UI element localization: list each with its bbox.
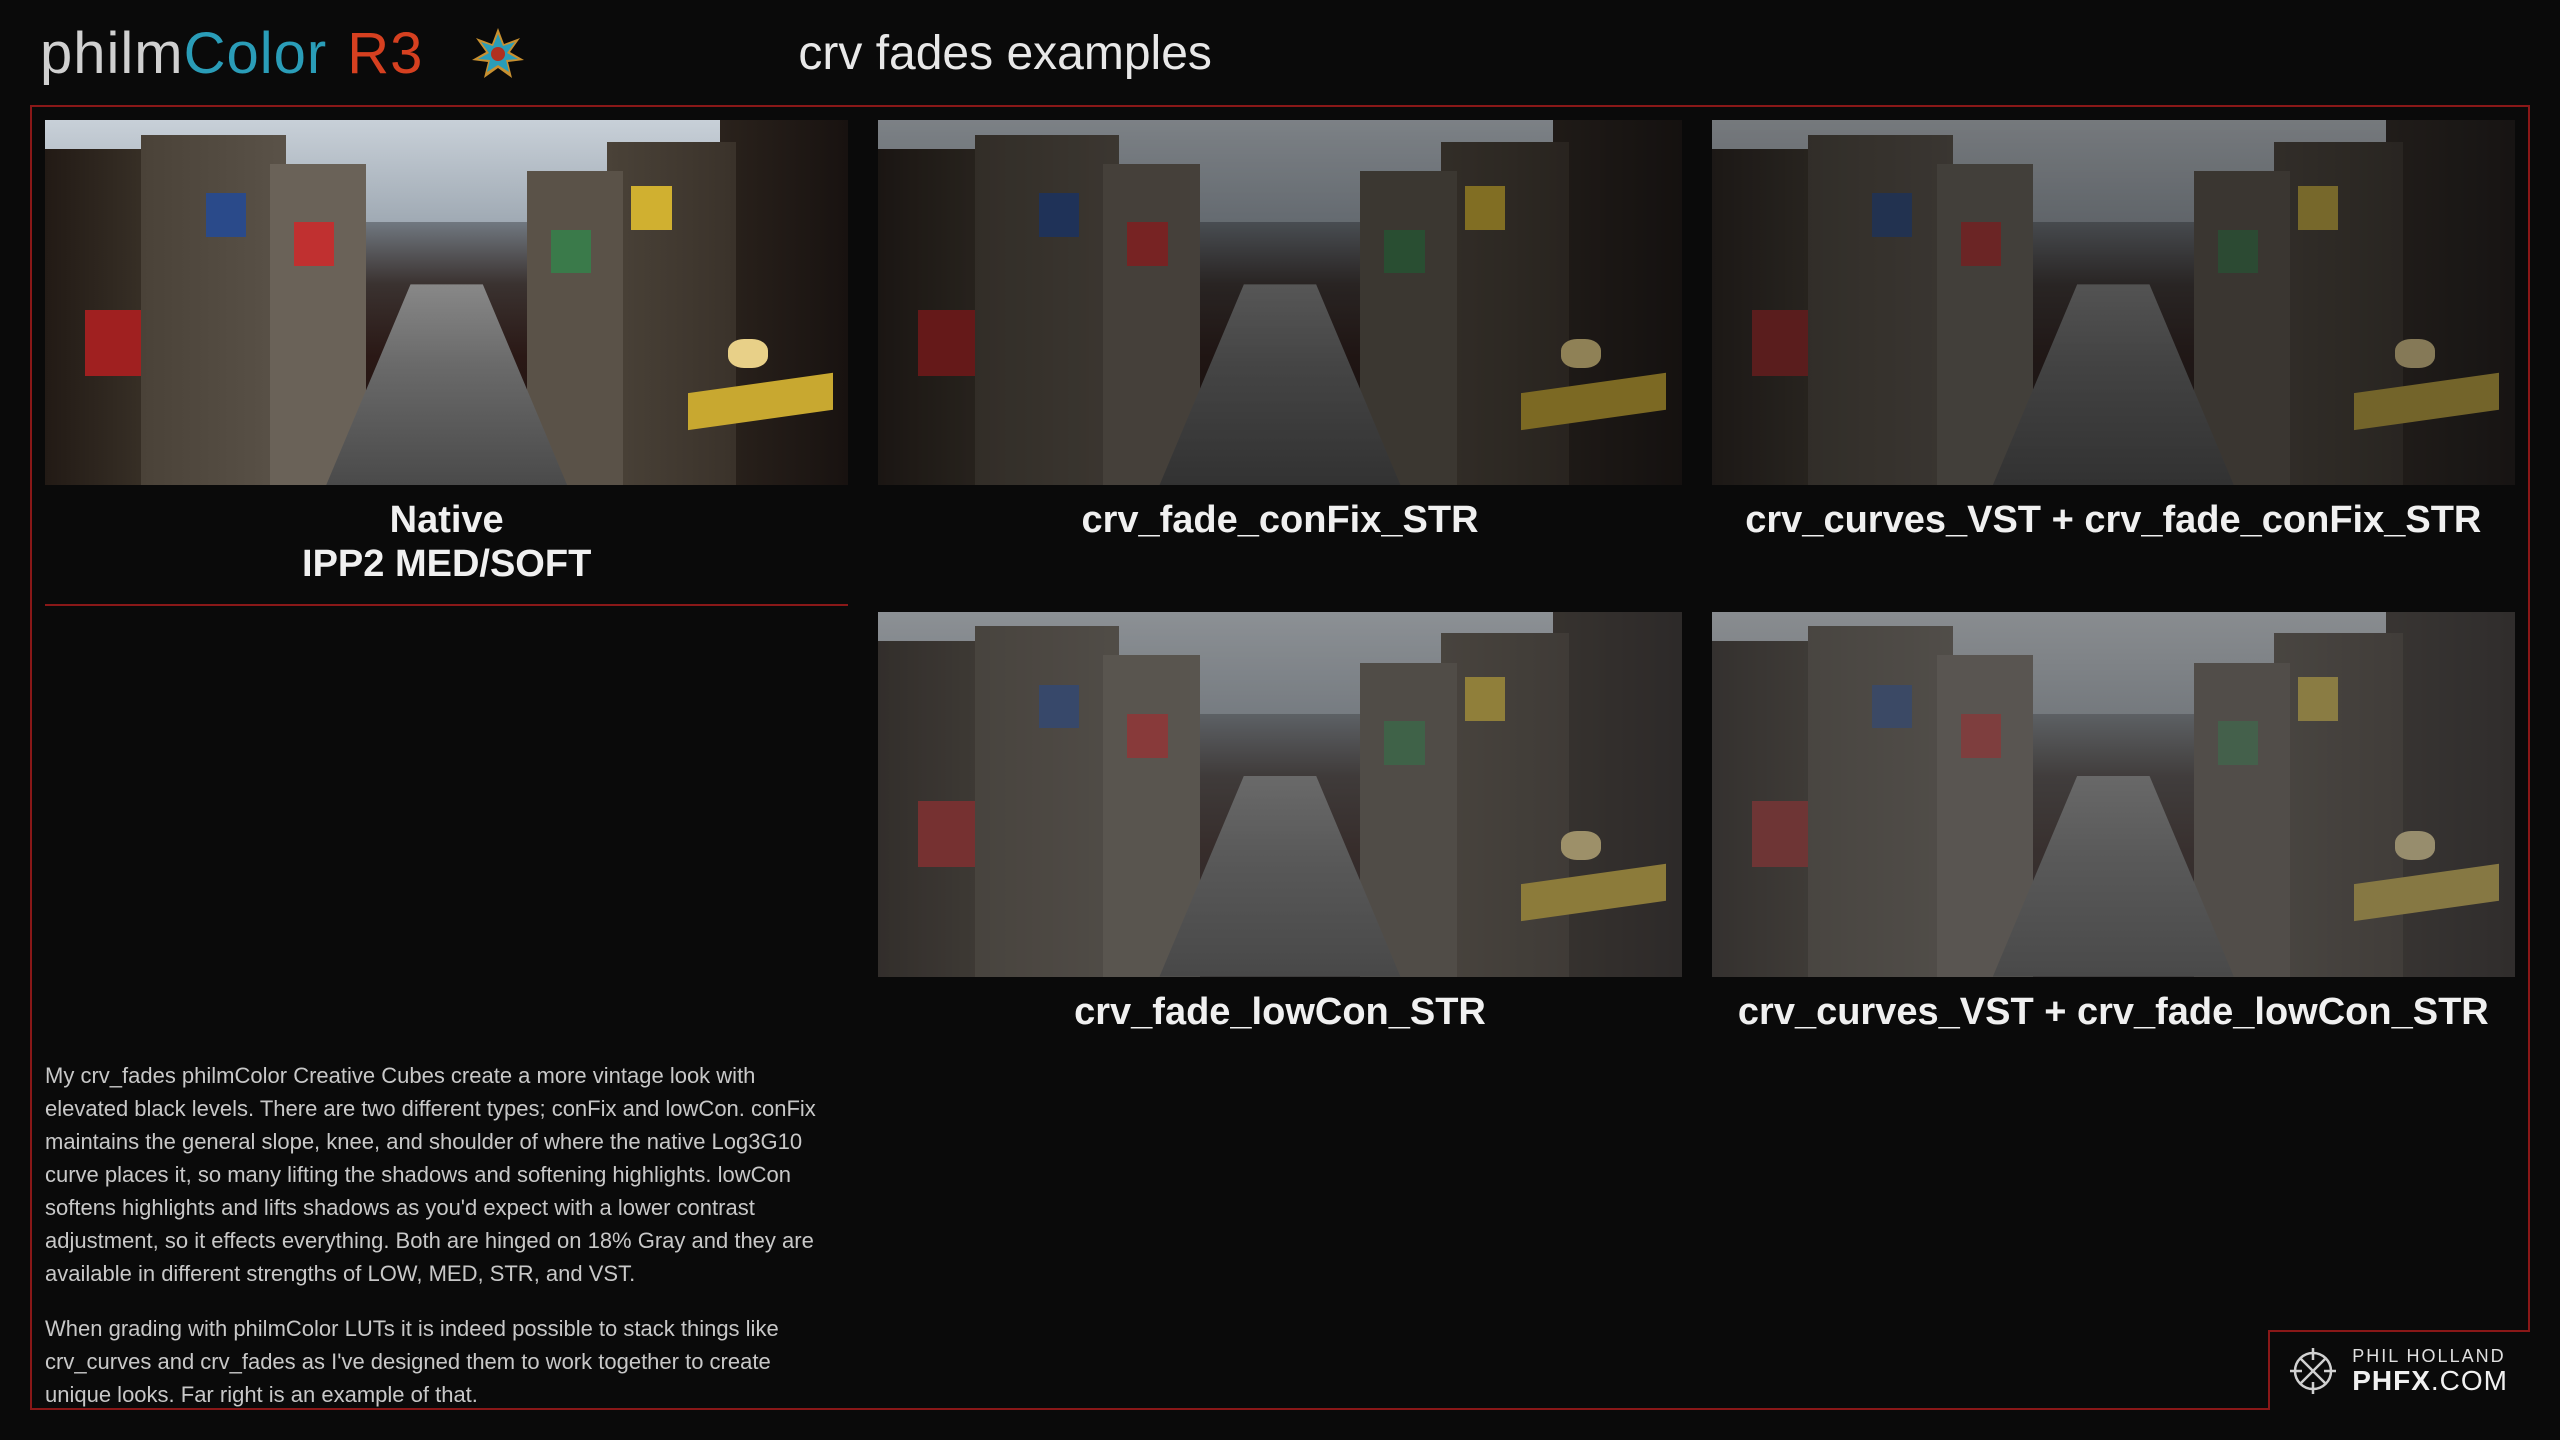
caption-lowcon-str: crv_fade_lowCon_STR: [1074, 991, 1486, 1035]
sunburst-icon: [468, 24, 528, 84]
caption-vst-confix-str: crv_curves_VST + crv_fade_conFix_STR: [1745, 499, 2481, 543]
header: philmColor R3 crv fades examples: [0, 0, 2560, 97]
logo-part-philm: philm: [40, 20, 184, 87]
thumbnail-lowcon-str: [878, 612, 1681, 977]
caption-vst-lowcon-str: crv_curves_VST + crv_fade_lowCon_STR: [1738, 991, 2489, 1035]
badge-text: PHIL HOLLAND PHFX.COM: [2352, 1347, 2508, 1395]
description-p1: My crv_fades philmColor Creative Cubes c…: [45, 1059, 838, 1290]
description-text: My crv_fades philmColor Creative Cubes c…: [45, 1059, 848, 1433]
thumbnail-confix-str: [878, 120, 1681, 485]
logo-part-r3: R3: [347, 20, 423, 87]
cell-confix-str: crv_fade_conFix_STR: [878, 120, 1681, 587]
examples-grid: Native IPP2 MED/SOFT crv_fade_conFix_STR…: [45, 120, 2515, 1433]
cell-vst-lowcon-str: crv_curves_VST + crv_fade_lowCon_STR: [1712, 612, 2515, 1035]
thumbnail-vst-lowcon-str: [1712, 612, 2515, 977]
logo: philmColor R3: [40, 20, 423, 87]
thumbnail-vst-confix-str: [1712, 120, 2515, 485]
caption-confix-str: crv_fade_conFix_STR: [1081, 499, 1478, 543]
logo-part-color: Color: [184, 20, 328, 87]
thumbnail-native: [45, 120, 848, 485]
cell-native: Native IPP2 MED/SOFT: [45, 120, 848, 587]
page-title: crv fades examples: [798, 26, 1212, 81]
reticle-icon: [2288, 1346, 2338, 1396]
caption-native: Native IPP2 MED/SOFT: [302, 499, 591, 586]
author-site: PHFX.COM: [2352, 1366, 2508, 1395]
footer-badge: PHIL HOLLAND PHFX.COM: [2268, 1330, 2530, 1410]
description-p2: When grading with philmColor LUTs it is …: [45, 1312, 838, 1411]
cell-lowcon-str: crv_fade_lowCon_STR: [878, 612, 1681, 1035]
author-name: PHIL HOLLAND: [2352, 1347, 2508, 1366]
section-divider: [45, 604, 848, 606]
cell-vst-confix-str: crv_curves_VST + crv_fade_conFix_STR: [1712, 120, 2515, 587]
